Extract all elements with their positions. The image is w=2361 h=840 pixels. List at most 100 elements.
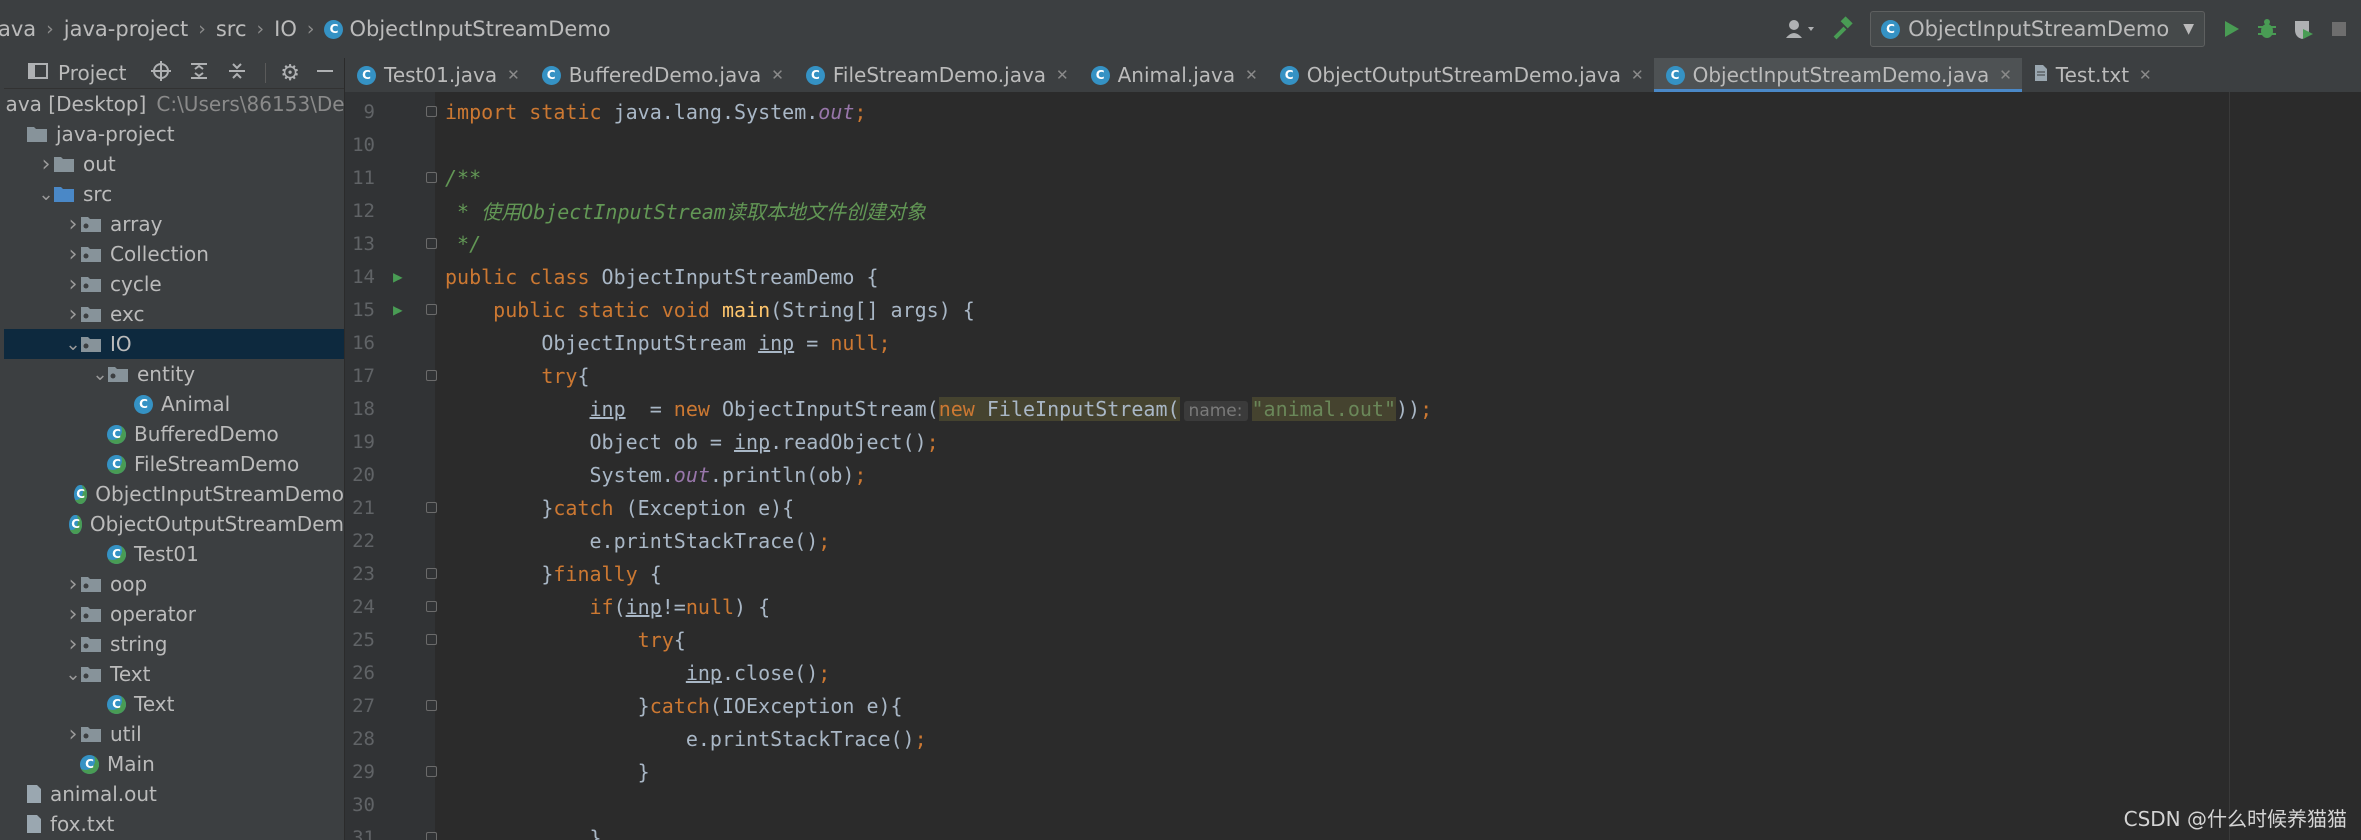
chevron-right-icon[interactable]: › [66, 272, 80, 297]
tree-item-fox-txt[interactable]: fox.txt [0, 809, 344, 839]
fold-marker-icon[interactable] [426, 502, 437, 513]
tree-item-animal[interactable]: C Animal [0, 389, 344, 419]
tree-item-text[interactable]: C Text [0, 689, 344, 719]
code-line[interactable]: 28 e.printStackTrace(); [345, 722, 2361, 755]
tree-item-src[interactable]: ⌄ src [0, 179, 344, 209]
code-line[interactable]: 21 }catch (Exception e){ [345, 491, 2361, 524]
breadcrumb-item[interactable]: src [216, 17, 247, 41]
chevron-down-icon[interactable]: ⌄ [65, 334, 80, 355]
tree-item-filestreamdemo[interactable]: C FileStreamDemo [0, 449, 344, 479]
code-line[interactable]: 18 inp = new ObjectInputStream(new FileI… [345, 392, 2361, 425]
debug-icon[interactable] [2255, 9, 2279, 49]
fold-marker-icon[interactable] [426, 172, 437, 183]
tree-item-objectinputstreamdemo[interactable]: C ObjectInputStreamDemo [0, 479, 344, 509]
tree-item-cycle[interactable]: › cycle [0, 269, 344, 299]
chevron-right-icon[interactable]: › [66, 632, 80, 657]
code-line[interactable]: 15 ▶ public static void main(String[] arg… [345, 293, 2361, 326]
breadcrumb-item[interactable]: java-project [64, 17, 188, 41]
code-line[interactable]: 11 /** [345, 161, 2361, 194]
tree-item-array[interactable]: › array [0, 209, 344, 239]
breadcrumb-item[interactable]: C ObjectInputStreamDemo [324, 17, 611, 41]
chevron-right-icon[interactable]: › [66, 602, 80, 627]
close-icon[interactable]: ✕ [1999, 66, 2012, 84]
code-line[interactable]: 25 try{ [345, 623, 2361, 656]
chevron-right-icon[interactable]: › [66, 722, 80, 747]
tree-item-entity[interactable]: ⌄ entity [0, 359, 344, 389]
chevron-right-icon[interactable]: › [39, 152, 53, 177]
fold-marker-icon[interactable] [426, 370, 437, 381]
chevron-down-icon[interactable]: ⌄ [38, 184, 53, 205]
chevron-right-icon[interactable]: › [66, 242, 80, 267]
fold-marker-icon[interactable] [426, 601, 437, 612]
tree-item-buffereddemo[interactable]: C BufferedDemo [0, 419, 344, 449]
code-line[interactable]: 26 inp.close(); [345, 656, 2361, 689]
code-line[interactable]: 31 } [345, 821, 2361, 840]
tree-item-test01[interactable]: C Test01 [0, 539, 344, 569]
chevron-right-icon[interactable]: › [66, 572, 80, 597]
code-line[interactable]: 13 */ [345, 227, 2361, 260]
gear-icon[interactable]: ⚙ [280, 61, 300, 86]
tab-objectoutputstreamdemo-java[interactable]: C ObjectOutputStreamDemo.java ✕ [1268, 58, 1654, 92]
tab-buffereddemo-java[interactable]: C BufferedDemo.java ✕ [530, 58, 794, 92]
tree-item-main[interactable]: C Main [0, 749, 344, 779]
code-editor[interactable]: 9 import static java.lang.System.out; 10 11… [345, 92, 2361, 840]
tab-test-txt[interactable]: Test.txt ✕ [2022, 58, 2162, 92]
stop-icon[interactable] [2327, 9, 2351, 49]
breadcrumb-item[interactable]: IO [274, 17, 297, 41]
tree-item-operator[interactable]: › operator [0, 599, 344, 629]
close-icon[interactable]: ✕ [507, 66, 520, 84]
fold-marker-icon[interactable] [426, 238, 437, 249]
close-icon[interactable]: ✕ [2139, 66, 2152, 84]
fold-marker-icon[interactable] [426, 568, 437, 579]
project-root[interactable]: java [Desktop] C:\Users\86153\Deskto [0, 89, 344, 119]
code-line[interactable]: 10 [345, 128, 2361, 161]
tree-item-oop[interactable]: › oop [0, 569, 344, 599]
code-line[interactable]: 29 } [345, 755, 2361, 788]
code-line[interactable]: 20 System.out.println(ob); [345, 458, 2361, 491]
close-icon[interactable]: ✕ [1245, 66, 1258, 84]
run-gutter-icon[interactable]: ▶ [393, 300, 403, 319]
fold-marker-icon[interactable] [426, 106, 437, 117]
tree-item-collection[interactable]: › Collection [0, 239, 344, 269]
code-line[interactable]: 9 import static java.lang.System.out; [345, 95, 2361, 128]
tree-item-string[interactable]: › string [0, 629, 344, 659]
collapse-all-icon[interactable] [227, 61, 247, 86]
tree-item-text[interactable]: ⌄ Text [0, 659, 344, 689]
tab-test01-java[interactable]: C Test01.java ✕ [345, 58, 530, 92]
fold-marker-icon[interactable] [426, 832, 437, 840]
run-gutter-icon[interactable]: ▶ [393, 267, 403, 286]
code-line[interactable]: 23 }finally { [345, 557, 2361, 590]
coverage-icon[interactable] [2291, 9, 2315, 49]
chevron-down-icon[interactable]: ⌄ [92, 364, 107, 385]
run-configuration-select[interactable]: C ObjectInputStreamDemo ▼ [1870, 11, 2205, 47]
tree-item-out[interactable]: › out [0, 149, 344, 179]
close-icon[interactable]: ✕ [1631, 66, 1644, 84]
minimize-icon[interactable] [316, 61, 334, 85]
expand-all-icon[interactable] [189, 61, 209, 86]
code-line[interactable]: 19 Object ob = inp.readObject(); [345, 425, 2361, 458]
chevron-right-icon[interactable]: › [66, 302, 80, 327]
close-icon[interactable]: ✕ [771, 66, 784, 84]
user-icon[interactable] [1784, 9, 1818, 49]
tree-item-io[interactable]: ⌄ IO [0, 329, 344, 359]
code-line[interactable]: 24 if(inp!=null) { [345, 590, 2361, 623]
code-line[interactable]: 12 * 使用ObjectInputStream读取本地文件创建对象 [345, 194, 2361, 227]
build-hammer-icon[interactable] [1830, 9, 1856, 49]
tree-item-exc[interactable]: › exc [0, 299, 344, 329]
tree-item-java-project[interactable]: java-project [0, 119, 344, 149]
tree-item-util[interactable]: › util [0, 719, 344, 749]
tab-animal-java[interactable]: C Animal.java ✕ [1079, 58, 1268, 92]
code-line[interactable]: 27 }catch(IOException e){ [345, 689, 2361, 722]
code-line[interactable]: 17 try{ [345, 359, 2361, 392]
tree-item-objectoutputstreamdem[interactable]: C ObjectOutputStreamDem [0, 509, 344, 539]
fold-marker-icon[interactable] [426, 634, 437, 645]
fold-marker-icon[interactable] [426, 304, 437, 315]
code-line[interactable]: 30 [345, 788, 2361, 821]
code-line[interactable]: 16 ObjectInputStream inp = null; [345, 326, 2361, 359]
fold-marker-icon[interactable] [426, 766, 437, 777]
chevron-right-icon[interactable]: › [66, 212, 80, 237]
tab-filestreamdemo-java[interactable]: C FileStreamDemo.java ✕ [794, 58, 1079, 92]
breadcrumb-item[interactable]: ava [0, 17, 36, 41]
close-icon[interactable]: ✕ [1056, 66, 1069, 84]
code-line[interactable]: 14 ▶ public class ObjectInputStreamDemo { [345, 260, 2361, 293]
